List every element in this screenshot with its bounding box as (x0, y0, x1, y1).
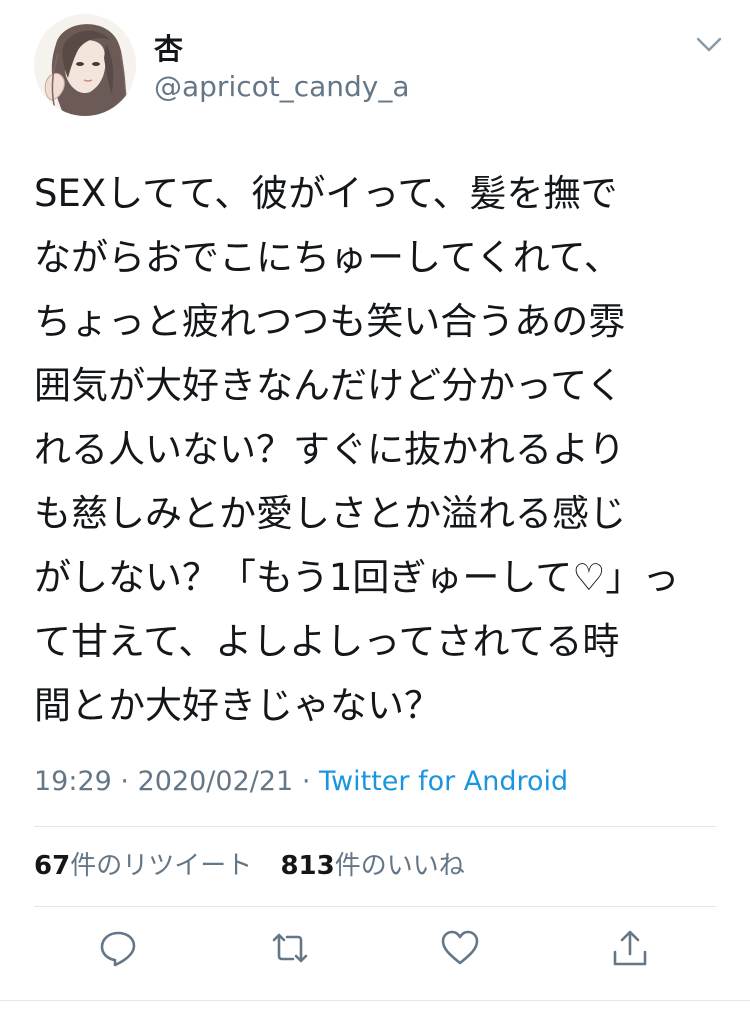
tweet-text-line: 間とか大好きじゃない？ (34, 684, 441, 727)
retweet-icon[interactable] (270, 928, 310, 968)
tweet-text-line: ちょっと疲れつつも笑い合うあの雰 (34, 300, 626, 343)
retweet-count: 67 (34, 851, 71, 881)
tweet-meta: 19:29 · 2020/02/21 · Twitter for Android (34, 762, 568, 802)
tweet-time: 19:29 (34, 766, 112, 797)
tweet-stats: 67件のリツイート 813件のいいね (34, 846, 485, 886)
chevron-down-icon[interactable] (694, 34, 724, 56)
avatar[interactable] (34, 14, 136, 116)
avatar-illustration (34, 14, 136, 116)
user-names: 杏 @apricot_candy_a (154, 32, 410, 104)
tweet-source-link[interactable]: Twitter for Android (319, 766, 568, 797)
tweet-detail: 杏 @apricot_candy_a SEXしてて、彼がイって、髪を撫で ながらお… (0, 0, 750, 1014)
user-handle[interactable]: @apricot_candy_a (154, 70, 410, 104)
tweet-text-line: も慈しみとか愛しさとか溢れる感じ (34, 492, 626, 535)
divider (34, 826, 716, 827)
tweet-text-line: て甘えて、よしよしってされてる時 (34, 620, 620, 663)
reply-icon[interactable] (98, 928, 138, 968)
tweet-text-line: 囲気が大好きなんだけど分かってく (34, 364, 624, 407)
tweet-text-line: ながらおでこにちゅーしてくれて、 (34, 236, 621, 279)
retweet-label: 件のリツイート (70, 851, 253, 881)
tweet-text-line: SEXしてて、彼がイって、髪を撫で (34, 172, 618, 215)
display-name[interactable]: 杏 (154, 32, 410, 66)
tweet-actions (0, 920, 750, 980)
like-count: 813 (280, 851, 335, 881)
like-label: 件のいいね (334, 851, 465, 881)
tweet-date: 2020/02/21 (137, 766, 294, 797)
tweet-text-line: がしない？「もう1回ぎゅーして♡」っ (34, 556, 680, 599)
meta-separator: · (301, 766, 311, 797)
divider (0, 1000, 750, 1001)
share-icon[interactable] (610, 928, 650, 968)
tweet-header: 杏 @apricot_candy_a (34, 14, 724, 124)
meta-separator: · (120, 766, 129, 797)
heart-icon[interactable] (440, 928, 480, 968)
tweet-text: SEXしてて、彼がイって、髪を撫で ながらおでこにちゅーしてくれて、 ちょっと疲れつ… (34, 162, 714, 738)
retweets-stat[interactable]: 67件のリツイート (34, 851, 252, 881)
tweet-text-line: れる人いない？すぐに抜かれるより (34, 428, 626, 471)
likes-stat[interactable]: 813件のいいね (280, 851, 464, 881)
divider (34, 906, 716, 907)
